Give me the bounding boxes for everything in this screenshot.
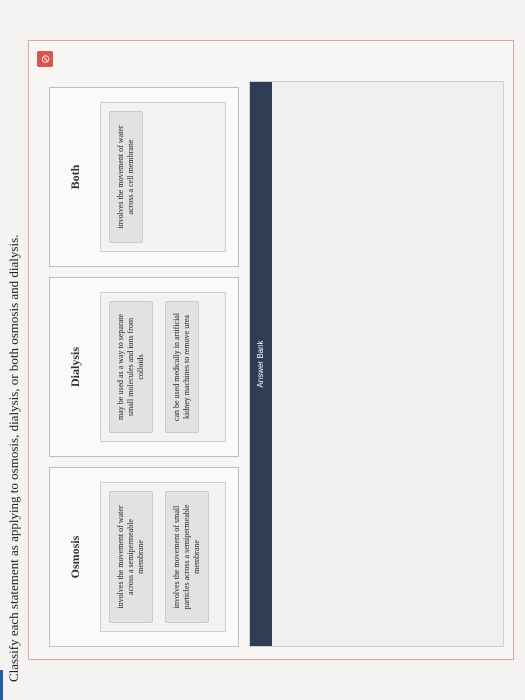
drop-zone-dialysis[interactable]: may be used as a way to separate small m… bbox=[100, 292, 226, 442]
category-columns: Osmosis involves the movement of water a… bbox=[49, 87, 239, 647]
question-prompt: Classify each statement as applying to o… bbox=[6, 234, 21, 682]
column-title: Dialysis bbox=[68, 347, 82, 388]
statement-card[interactable]: involves the movement of small particles… bbox=[165, 491, 209, 623]
top-accent-bar bbox=[0, 670, 3, 700]
column-both: Both involves the movement of water acro… bbox=[49, 87, 239, 267]
column-dialysis: Dialysis may be used as a way to separat… bbox=[49, 277, 239, 457]
column-title: Both bbox=[68, 164, 82, 190]
column-osmosis: Osmosis involves the movement of water a… bbox=[49, 467, 239, 647]
statement-card[interactable]: involves the movement of water across a … bbox=[109, 111, 143, 243]
answer-bank-title: Answer Bank bbox=[250, 82, 272, 646]
drop-zone-osmosis[interactable]: involves the movement of water across a … bbox=[100, 482, 226, 632]
statement-card[interactable]: may be used as a way to separate small m… bbox=[109, 301, 153, 433]
screen: Classify each statement as applying to o… bbox=[0, 0, 525, 700]
drop-zone-both[interactable]: involves the movement of water across a … bbox=[100, 102, 226, 252]
reset-icon: ⊘ bbox=[38, 54, 52, 64]
answer-bank[interactable]: Answer Bank bbox=[249, 81, 504, 647]
column-title: Osmosis bbox=[68, 535, 82, 579]
statement-card[interactable]: can be used medically in artificial kidn… bbox=[165, 301, 199, 433]
reset-button[interactable]: ⊘ bbox=[37, 51, 53, 67]
classification-panel: ⊘ Osmosis involves the movement of water… bbox=[28, 40, 514, 660]
statement-card[interactable]: involves the movement of water across a … bbox=[109, 491, 153, 623]
